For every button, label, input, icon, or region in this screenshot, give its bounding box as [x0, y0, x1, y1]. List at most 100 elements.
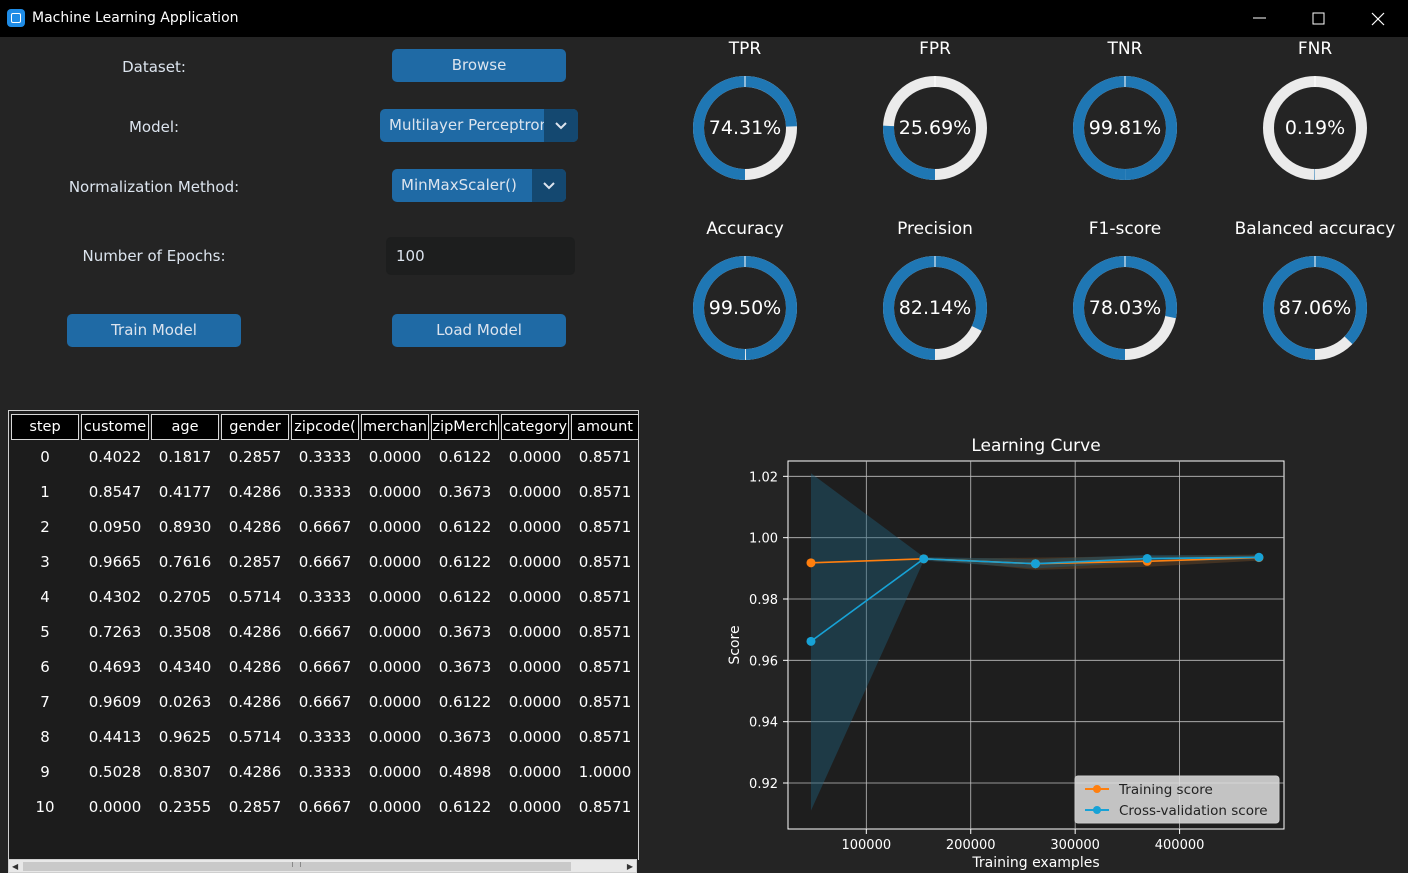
table-cell: 0.3673 — [438, 658, 492, 676]
table-cell: 0.6667 — [298, 623, 352, 641]
table-cell: 0.0000 — [368, 693, 422, 711]
table-cell: 0.0000 — [508, 623, 562, 641]
table-cell: 0.4413 — [88, 728, 142, 746]
table-cell: 0.8571 — [578, 693, 632, 711]
table-cell: 0.8571 — [578, 448, 632, 466]
browse-button[interactable]: Browse — [392, 49, 566, 82]
table-cell: 0.4898 — [438, 763, 492, 781]
data-point — [1254, 552, 1264, 562]
table-row[interactable]: 1 0.8547 0.4177 0.4286 0.3333 0.0000 0.3673 0.0… — [9, 483, 638, 503]
metric-title: F1-score — [1088, 219, 1162, 239]
table-row[interactable]: 2 0.0950 0.8930 0.4286 0.6667 0.0000 0.6122 0.0… — [9, 518, 638, 538]
table-cell: 0.3333 — [298, 588, 352, 606]
table-row[interactable]: 10 0.0000 0.2355 0.2857 0.6667 0.0000 0.6122 0.… — [9, 798, 638, 818]
column-header[interactable]: zipMerch — [431, 414, 499, 440]
table-row[interactable]: 5 0.7263 0.3508 0.4286 0.6667 0.0000 0.3673 0.0… — [9, 623, 638, 643]
metric-value: 0.19% — [1284, 117, 1346, 139]
normalization-combobox[interactable]: MinMaxScaler() — [392, 169, 566, 202]
table-cell: 0.5714 — [228, 728, 282, 746]
column-header[interactable]: gender — [221, 414, 289, 440]
table-cell: 0.4286 — [228, 658, 282, 676]
minimize-button[interactable] — [1231, 0, 1289, 37]
table-cell: 0.0000 — [508, 693, 562, 711]
table-row[interactable]: 6 0.4693 0.4340 0.4286 0.6667 0.0000 0.3673 0.0… — [9, 658, 638, 678]
table-cell: 9 — [40, 763, 50, 781]
metric-donut: 0.19% — [1260, 73, 1370, 183]
scroll-right-icon[interactable]: ▶ — [627, 862, 633, 871]
metric-title: TNR — [1107, 39, 1143, 59]
table-cell: 4 — [40, 588, 50, 606]
close-button[interactable] — [1349, 0, 1407, 37]
table-cell: 0.3673 — [438, 728, 492, 746]
table-row[interactable]: 9 0.5028 0.8307 0.4286 0.3333 0.0000 0.4898 0.0… — [9, 763, 638, 783]
normalization-dropdown-button[interactable] — [532, 169, 566, 202]
column-header[interactable]: merchan — [361, 414, 429, 440]
table-cell: 0.5714 — [228, 588, 282, 606]
table-cell: 0.6122 — [438, 798, 492, 816]
table-cell: 0 — [40, 448, 50, 466]
table-cell: 0.8571 — [578, 658, 632, 676]
table-cell: 0.0000 — [368, 448, 422, 466]
model-combobox[interactable]: Multilayer Perceptron — [380, 109, 578, 142]
column-header[interactable]: step — [11, 414, 79, 440]
epochs-input[interactable]: 100 — [386, 237, 575, 275]
table-cell: 0.8571 — [578, 798, 632, 816]
column-header[interactable]: custome — [81, 414, 149, 440]
table-row[interactable]: 8 0.4413 0.9625 0.5714 0.3333 0.0000 0.3673 0.0… — [9, 728, 638, 748]
table-cell: 0.4286 — [228, 623, 282, 641]
epochs-label: Number of Epochs: — [82, 247, 226, 265]
model-dropdown-button[interactable] — [544, 109, 578, 142]
close-icon — [1371, 12, 1385, 26]
app-icon — [7, 9, 25, 27]
table-cell: 0.7616 — [158, 553, 212, 571]
y-tick-label: 0.92 — [749, 777, 778, 792]
table-row[interactable]: 3 0.9665 0.7616 0.2857 0.6667 0.0000 0.6122 0.0… — [9, 553, 638, 573]
data-point — [1030, 559, 1040, 569]
table-cell: 0.8571 — [578, 553, 632, 571]
train-model-button[interactable]: Train Model — [67, 314, 241, 347]
table-cell: 0.0000 — [508, 588, 562, 606]
table-row[interactable]: 4 0.4302 0.2705 0.5714 0.3333 0.0000 0.6122 0.0… — [9, 588, 638, 608]
table-cell: 0.0000 — [508, 448, 562, 466]
metric-title: FPR — [919, 39, 951, 59]
model-label: Model: — [128, 118, 180, 136]
metric-value: 99.81% — [1088, 117, 1162, 139]
load-model-button[interactable]: Load Model — [392, 314, 566, 347]
horizontal-scrollbar[interactable]: ◀ ▶ — [8, 859, 637, 873]
table-cell: 0.9609 — [88, 693, 142, 711]
legend-marker — [1093, 785, 1101, 793]
table-row[interactable]: 0 0.4022 0.1817 0.2857 0.3333 0.0000 0.6122 0.0… — [9, 448, 638, 468]
metric-donut: 99.81% — [1070, 73, 1180, 183]
legend-label: Training score — [1118, 782, 1213, 798]
metric-value: 25.69% — [898, 117, 972, 139]
dataset-label: Dataset: — [122, 58, 186, 76]
table-cell: 0.0000 — [368, 623, 422, 641]
column-header[interactable]: category — [501, 414, 569, 440]
metric-donut: 82.14% — [880, 253, 990, 363]
data-point — [806, 558, 816, 568]
y-tick-label: 0.94 — [749, 716, 778, 731]
maximize-icon — [1312, 12, 1325, 25]
table-row[interactable]: 7 0.9609 0.0263 0.4286 0.6667 0.0000 0.6122 0.0… — [9, 693, 638, 713]
metric-title: Balanced accuracy — [1234, 219, 1396, 239]
metric-title: FNR — [1297, 39, 1333, 59]
table-cell: 0.6122 — [438, 693, 492, 711]
table-cell: 0.9625 — [158, 728, 212, 746]
table-cell: 0.0000 — [508, 483, 562, 501]
scroll-left-icon[interactable]: ◀ — [12, 862, 18, 871]
column-header[interactable]: amount — [571, 414, 638, 440]
table-cell: 0.3333 — [298, 728, 352, 746]
table-cell: 0.9665 — [88, 553, 142, 571]
table-cell: 0.6122 — [438, 518, 492, 536]
metric-donut: 78.03% — [1070, 253, 1180, 363]
column-header[interactable]: age — [151, 414, 219, 440]
metric-value: 82.14% — [898, 297, 972, 319]
maximize-button[interactable] — [1290, 0, 1348, 37]
table-cell: 0.6122 — [438, 448, 492, 466]
data-table[interactable]: step custome age gender zipcode(merchan zipMe… — [8, 410, 639, 860]
x-tick-label: 300000 — [1050, 838, 1100, 853]
column-header[interactable]: zipcode( — [291, 414, 359, 440]
table-cell: 0.4286 — [228, 518, 282, 536]
table-cell: 0.8571 — [578, 623, 632, 641]
data-point — [806, 636, 816, 646]
